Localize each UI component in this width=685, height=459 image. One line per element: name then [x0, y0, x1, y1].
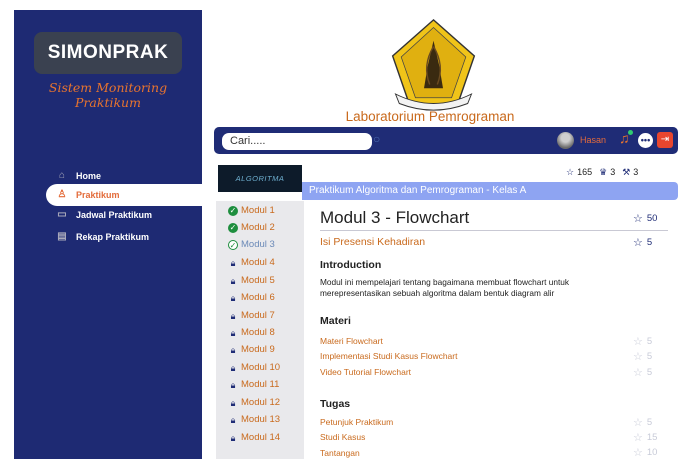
intro-heading: Introduction [320, 259, 382, 271]
materi-rating-2[interactable]: ☆ 5 [633, 350, 652, 363]
tugas-link-2[interactable]: Studi Kasus [320, 432, 365, 442]
lock-icon: 🔒︎ [230, 275, 236, 286]
module-item-12[interactable]: 🔒︎ Modul 12 [228, 397, 281, 408]
star-icon: ☆ [633, 432, 643, 444]
module-content: Modul 3 - Flowchart ☆ 50 Isi Presensi Keh… [310, 201, 678, 459]
home-icon: ⌂ [58, 170, 66, 181]
lock-icon: 🔒︎ [230, 292, 236, 303]
check-circle-icon: ✓ [228, 205, 238, 216]
course-title-banner: Praktikum Algoritma dan Pemrograman - Ke… [302, 182, 678, 200]
sidebar-item-label: Jadwal Praktikum [76, 210, 153, 220]
sidebar-item-label: Home [76, 171, 102, 181]
module-item-6[interactable]: 🔒︎ Modul 6 [228, 292, 275, 303]
module-item-11[interactable]: 🔒︎ Modul 11 [228, 379, 280, 390]
module-item-14[interactable]: 🔒︎ Modul 14 [228, 432, 281, 443]
star-icon: ☆ [566, 167, 575, 177]
module-title: Modul 3 - Flowchart [320, 208, 470, 227]
attendance-rating[interactable]: ☆ 5 [633, 236, 652, 249]
star-icon: ☆ [633, 447, 643, 459]
lock-icon: 🔒︎ [230, 414, 236, 425]
module-item-10[interactable]: 🔒︎ Modul 10 [228, 362, 281, 373]
tugas-rating-3[interactable]: ☆ 10 [633, 446, 657, 459]
chat-icon[interactable]: ••• [638, 133, 653, 148]
tugas-link-1[interactable]: Petunjuk Praktikum [320, 417, 393, 427]
check-outline-icon: ✓ [228, 239, 238, 250]
attendance-link[interactable]: Isi Presensi Kehadiran [320, 236, 425, 248]
module-list: ✓ Modul 1 ✓ Modul 2 ✓ Modul 3 🔒︎ Modul 4 🔒︎ M… [216, 201, 304, 459]
module-item-4[interactable]: 🔒︎ Modul 4 [228, 257, 275, 268]
module-item-9[interactable]: 🔒︎ Modul 9 [228, 344, 275, 355]
logout-icon[interactable]: ⇥ [657, 132, 673, 148]
materi-link-2[interactable]: Implementasi Studi Kasus Flowchart [320, 351, 457, 361]
top-bar: Cari..... ○ Hasan ♫ ••• ⇥ [214, 127, 678, 154]
university-logo [391, 18, 476, 111]
tugas-rating-2[interactable]: ☆ 15 [633, 431, 657, 444]
user-name[interactable]: Hasan [580, 135, 606, 145]
sidebar-item-jadwal[interactable]: ▭ Jadwal Praktikum [46, 204, 202, 226]
lock-icon: 🔒︎ [230, 310, 236, 321]
lock-icon: 🔒︎ [230, 379, 236, 390]
lab-title: Laboratorium Pemrograman [345, 109, 515, 124]
user-icon: ♙ [57, 189, 67, 200]
materi-link-1[interactable]: Materi Flowchart [320, 336, 383, 346]
module-item-2[interactable]: ✓ Modul 2 [228, 222, 275, 233]
star-icon: ☆ [633, 213, 643, 225]
module-item-13[interactable]: 🔒︎ Modul 13 [228, 414, 281, 425]
course-thumbnail: ALGORITMA [218, 165, 302, 192]
app-root: SIMONPRAK Sistem Monitoring Praktikum ⌂ … [0, 0, 685, 459]
lock-icon: 🔒︎ [230, 397, 236, 408]
sidebar-item-label: Praktikum [76, 190, 120, 200]
materi-link-3[interactable]: Video Tutorial Flowchart [320, 367, 411, 377]
trophy-stat: ♛ 3 [599, 167, 616, 177]
search-input[interactable]: Cari..... [222, 133, 372, 150]
star-icon: ☆ [633, 336, 643, 348]
module-item-8[interactable]: 🔒︎ Modul 8 [228, 327, 275, 338]
stars-stat: ☆ 165 [566, 167, 593, 177]
module-item-1[interactable]: ✓ Modul 1 [228, 205, 275, 216]
notification-dot [628, 130, 633, 135]
module-item-7[interactable]: 🔒︎ Modul 7 [228, 310, 275, 321]
star-icon: ☆ [633, 237, 643, 249]
module-item-5[interactable]: 🔒︎ Modul 5 [228, 275, 275, 286]
sidebar-item-praktikum[interactable]: ♙ Praktikum [46, 184, 202, 206]
lock-icon: 🔒︎ [230, 257, 236, 268]
materi-rating-3[interactable]: ☆ 5 [633, 366, 652, 379]
lock-icon: 🔒︎ [230, 344, 236, 355]
avatar[interactable] [557, 132, 574, 149]
check-circle-icon: ✓ [228, 222, 238, 233]
search-icon[interactable]: ○ [373, 132, 380, 146]
sidebar-item-label: Rekap Praktikum [76, 232, 150, 242]
calendar-icon: ▭ [57, 209, 67, 220]
lock-icon: 🔒︎ [230, 327, 236, 338]
lock-icon: 🔒︎ [230, 362, 236, 373]
sidebar-item-rekap[interactable]: ▤ Rekap Praktikum [46, 226, 202, 248]
star-icon: ☆ [633, 351, 643, 363]
tugas-link-3[interactable]: Tantangan [320, 448, 360, 458]
brand-logo[interactable]: SIMONPRAK [34, 32, 182, 74]
tugas-heading: Tugas [320, 398, 351, 410]
divider [320, 230, 668, 231]
tools-icon: ⚒ [622, 167, 631, 177]
sidebar: SIMONPRAK Sistem Monitoring Praktikum ⌂ … [14, 10, 202, 459]
materi-heading: Materi [320, 315, 351, 327]
intro-text: Modul ini mempelajari tentang bagaimana … [320, 277, 570, 298]
trophy-icon: ♛ [599, 167, 608, 177]
star-icon: ☆ [633, 367, 643, 379]
star-icon: ☆ [633, 417, 643, 429]
materi-rating-1[interactable]: ☆ 5 [633, 335, 652, 348]
module-item-3[interactable]: ✓ Modul 3 [228, 239, 275, 250]
brand-tagline: Sistem Monitoring Praktikum [48, 80, 168, 110]
report-icon: ▤ [57, 231, 67, 242]
course-stats: ☆ 165 ♛ 3 ⚒ 3 [566, 167, 638, 178]
tugas-rating-1[interactable]: ☆ 5 [633, 416, 652, 429]
module-rating[interactable]: ☆ 50 [633, 212, 657, 225]
lock-icon: 🔒︎ [230, 432, 236, 443]
tools-stat: ⚒ 3 [622, 167, 639, 177]
